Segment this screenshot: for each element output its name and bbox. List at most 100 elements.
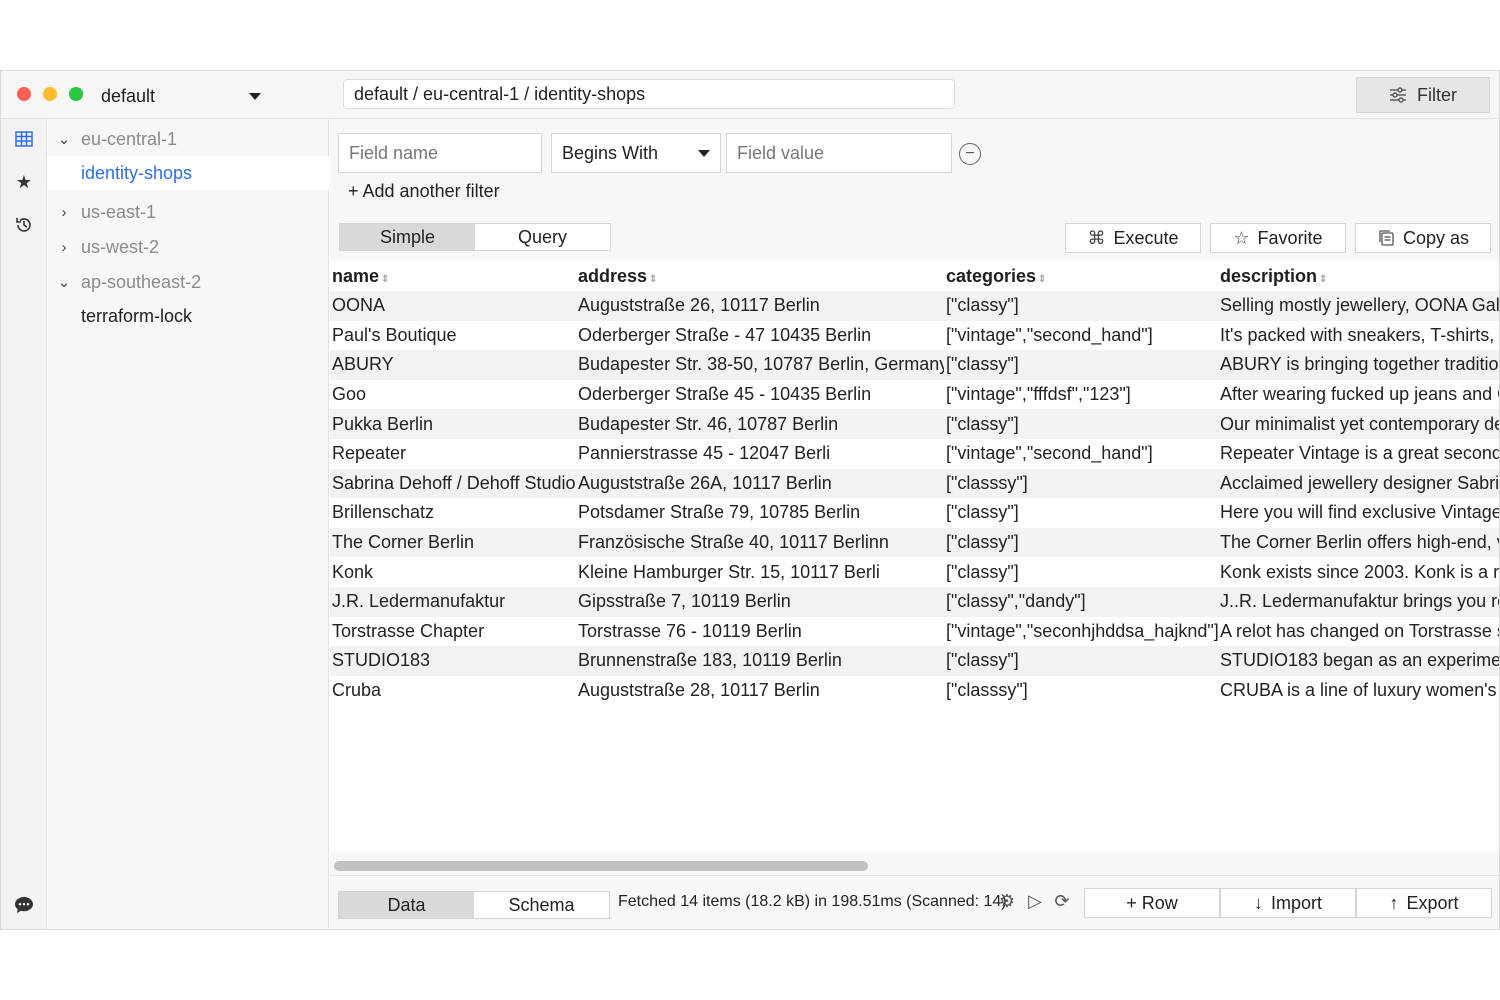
table-cell-name[interactable]: J.R. Ledermanufaktur	[330, 587, 576, 617]
gear-icon[interactable]: ⚙	[996, 890, 1018, 912]
table-cell-description[interactable]: ABURY is bringing together traditior	[1218, 350, 1499, 380]
table-cell-categories[interactable]: ["classy"]	[944, 350, 1218, 380]
table-row[interactable]: Pukka Berlin Budapester Str. 46, 10787 Be…	[330, 409, 1499, 439]
table-cell-categories[interactable]: ["classy"]	[944, 498, 1218, 528]
history-icon[interactable]	[12, 213, 36, 237]
table-cell-address[interactable]: Brunnenstraße 183, 10119 Berlin	[576, 646, 944, 676]
table-cell-categories[interactable]: ["classy","dandy"]	[944, 587, 1218, 617]
table-cell-name[interactable]: Goo	[330, 380, 576, 410]
table-cell-description[interactable]: STUDIO183 began as an experimen	[1218, 646, 1499, 676]
table-row[interactable]: ABURY Budapester Str. 38-50, 10787 Berlin…	[330, 350, 1499, 380]
table-cell-address[interactable]: Auguststraße 26, 10117 Berlin	[576, 291, 944, 321]
column-header-address[interactable]: address ⇕	[576, 261, 944, 291]
table-cell-categories[interactable]: ["classy"]	[944, 646, 1218, 676]
table-row[interactable]: Brillenschatz Potsdamer Straße 79, 10785 …	[330, 498, 1499, 528]
column-header-name[interactable]: name ⇕	[330, 261, 576, 291]
column-header-description[interactable]: description ⇕	[1218, 261, 1499, 291]
favorite-button[interactable]: ☆ Favorite	[1210, 223, 1346, 253]
execute-button[interactable]: ⌘ Execute	[1065, 223, 1201, 253]
table-row[interactable]: Goo Oderberger Straße 45 - 10435 Berlin ["…	[330, 379, 1499, 410]
minimize-window-button[interactable]	[43, 87, 57, 101]
table-cell-description[interactable]: Selling mostly jewellery, OONA Galle	[1218, 291, 1499, 321]
table-cell-categories[interactable]: ["classy"]	[944, 528, 1218, 558]
horizontal-scrollbar[interactable]	[334, 861, 1498, 871]
remove-filter-icon[interactable]: −	[959, 143, 981, 165]
table-cell-description[interactable]: Repeater Vintage is a great secondh	[1218, 439, 1499, 469]
table-cell-name[interactable]: Paul's Boutique	[330, 321, 576, 351]
sort-icon[interactable]: ⇕	[1038, 274, 1046, 285]
table-cell-address[interactable]: Torstrasse 76 - 10119 Berlin	[576, 617, 944, 647]
chevron-right-icon[interactable]: ›	[47, 204, 81, 221]
table-cell-categories[interactable]: ["vintage","seconhjhddsa_hajknd"]	[944, 617, 1218, 647]
table-cell-name[interactable]: OONA	[330, 291, 576, 321]
tab-schema[interactable]: Schema	[474, 892, 609, 918]
table-cell-name[interactable]: STUDIO183	[330, 646, 576, 676]
add-row-button[interactable]: + Row	[1084, 888, 1220, 918]
table-row[interactable]: Torstrasse Chapter Torstrasse 76 - 10119 …	[330, 616, 1499, 647]
table-cell-name[interactable]: ABURY	[330, 350, 576, 380]
table-cell-name[interactable]: Pukka Berlin	[330, 409, 576, 439]
table-cell-description[interactable]: Our minimalist yet contemporary de	[1218, 409, 1499, 439]
tree-item-identity-shops[interactable]: identity-shops	[47, 156, 329, 190]
table-cell-name[interactable]: Brillenschatz	[330, 498, 576, 528]
refresh-icon[interactable]: ⟳	[1051, 890, 1073, 912]
table-cell-name[interactable]: Torstrasse Chapter	[330, 617, 576, 647]
filter-operator-select[interactable]: Begins With	[551, 133, 721, 173]
table-row[interactable]: OONA Auguststraße 26, 10117 Berlin ["class…	[330, 291, 1499, 321]
table-cell-name[interactable]: The Corner Berlin	[330, 528, 576, 558]
copy-as-button[interactable]: Copy as	[1355, 223, 1491, 253]
table-cell-address[interactable]: Kleine Hamburger Str. 15, 10117 Berli	[576, 557, 944, 587]
table-cell-categories[interactable]: ["classy"]	[944, 409, 1218, 439]
tab-query[interactable]: Query	[475, 224, 610, 250]
table-cell-address[interactable]: Oderberger Straße 45 - 10435 Berlin	[576, 380, 944, 410]
table-cell-description[interactable]: Konk exists since 2003. Konk is a re	[1218, 557, 1499, 587]
table-row[interactable]: Repeater Pannierstrasse 45 - 12047 Berli[…	[330, 438, 1499, 469]
table-cell-name[interactable]: Sabrina Dehoff / Dehoff Studio	[330, 469, 576, 499]
filter-field-name-input[interactable]: Field name	[338, 133, 542, 173]
tree-region-ap-southeast-2[interactable]: ⌄ ap-southeast-2	[47, 265, 329, 299]
table-cell-address[interactable]: Französische Straße 40, 10117 Berlinn	[576, 528, 944, 558]
table-cell-address[interactable]: Auguststraße 26A, 10117 Berlin	[576, 469, 944, 499]
sort-icon[interactable]: ⇕	[381, 274, 389, 285]
table-cell-name[interactable]: Konk	[330, 557, 576, 587]
table-row[interactable]: STUDIO183 Brunnenstraße 183, 10119 Berlin…	[330, 646, 1499, 676]
chat-icon[interactable]	[12, 893, 36, 917]
table-cell-categories[interactable]: ["classy"]	[944, 291, 1218, 321]
table-cell-address[interactable]: Auguststraße 28, 10117 Berlin	[576, 676, 944, 706]
tree-region-us-east-1[interactable]: › us-east-1	[47, 195, 329, 229]
table-cell-description[interactable]: CRUBA is a line of luxury women's w	[1218, 676, 1499, 706]
tab-data[interactable]: Data	[339, 892, 474, 918]
table-row[interactable]: Cruba Auguststraße 28, 10117 Berlin ["clas…	[330, 675, 1499, 706]
table-row[interactable]: J.R. Ledermanufaktur Gipsstraße 7, 10119 …	[330, 586, 1499, 617]
table-cell-name[interactable]: Cruba	[330, 676, 576, 706]
sort-icon[interactable]: ⇕	[649, 274, 657, 285]
profile-select[interactable]: default	[101, 83, 261, 109]
table-path-field[interactable]: default / eu-central-1 / identity-shops	[343, 79, 955, 109]
tree-region-eu-central-1[interactable]: ⌄ eu-central-1	[47, 122, 329, 156]
table-icon[interactable]	[12, 127, 36, 151]
zoom-window-button[interactable]	[69, 87, 83, 101]
export-button[interactable]: ↑ Export	[1356, 888, 1492, 918]
table-cell-categories[interactable]: ["classsy"]	[944, 469, 1218, 499]
filter-button[interactable]: Filter	[1356, 77, 1490, 113]
import-button[interactable]: ↓ Import	[1220, 888, 1356, 918]
table-cell-description[interactable]: The Corner Berlin offers high-end, v	[1218, 528, 1499, 558]
table-cell-address[interactable]: Oderberger Straße - 47 10435 Berlin	[576, 321, 944, 351]
table-cell-description[interactable]: It's packed with sneakers, T-shirts, J	[1218, 321, 1499, 351]
table-row[interactable]: Sabrina Dehoff / Dehoff Studio Auguststra…	[330, 468, 1499, 499]
chevron-right-icon[interactable]: ›	[47, 239, 81, 256]
chevron-down-icon[interactable]: ⌄	[47, 273, 81, 291]
tab-simple[interactable]: Simple	[340, 224, 475, 250]
table-cell-address[interactable]: Pannierstrasse 45 - 12047 Berli	[576, 439, 944, 469]
table-cell-categories[interactable]: ["classsy"]	[944, 676, 1218, 706]
table-cell-address[interactable]: Potsdamer Straße 79, 10785 Berlin	[576, 498, 944, 528]
table-cell-description[interactable]: Here you will find exclusive Vintage	[1218, 498, 1499, 528]
chevron-down-icon[interactable]: ⌄	[47, 130, 81, 148]
table-cell-address[interactable]: Budapester Str. 46, 10787 Berlin	[576, 409, 944, 439]
table-cell-categories[interactable]: ["vintage","second_hand"]	[944, 439, 1218, 469]
table-row[interactable]: The Corner Berlin Französische Straße 40,…	[330, 527, 1499, 558]
table-row[interactable]: Paul's Boutique Oderberger Straße - 47 10…	[330, 320, 1499, 351]
column-header-categories[interactable]: categories ⇕	[944, 261, 1218, 291]
filter-field-value-input[interactable]: Field value	[726, 133, 952, 173]
table-cell-address[interactable]: Budapester Str. 38-50, 10787 Berlin, Ger…	[576, 350, 944, 380]
